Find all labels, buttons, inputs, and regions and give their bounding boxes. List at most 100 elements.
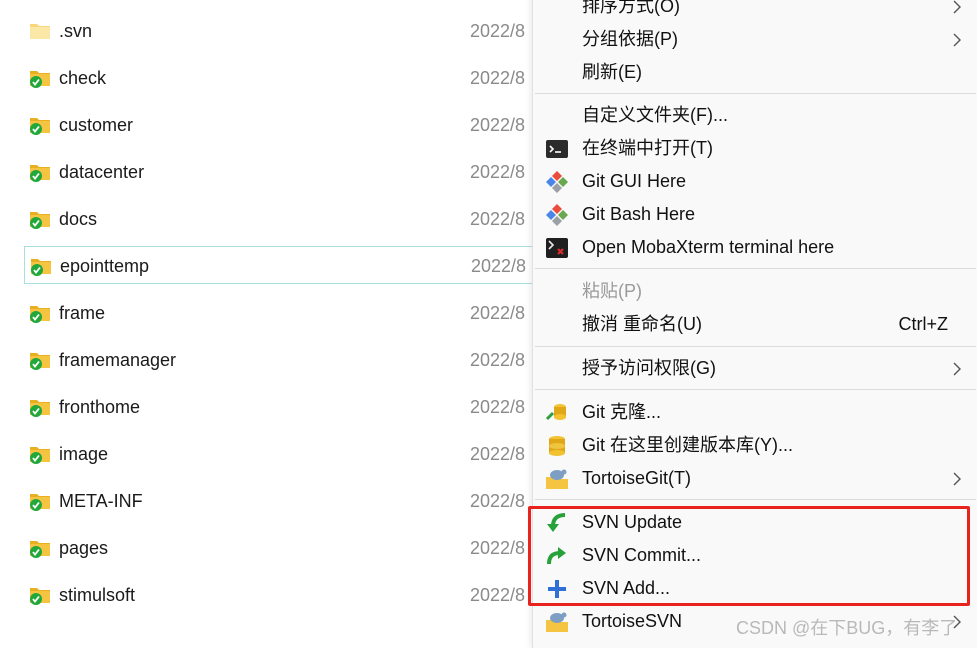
svn-folder-icon [30, 71, 50, 88]
chevron-right-icon [953, 0, 961, 14]
menu-separator [535, 346, 976, 347]
menu-item-label: Git Bash Here [582, 204, 696, 224]
menu-item-git-create-repo[interactable]: Git 在这里创建版本库(Y)... [533, 429, 977, 462]
menu-item-git-gui-here[interactable]: Git GUI Here [533, 165, 977, 198]
file-date: 2022/8 [470, 68, 526, 88]
file-row-customer[interactable]: customer 2022/8 [24, 106, 544, 144]
file-row-meta-inf[interactable]: META-INF 2022/8 [24, 482, 544, 520]
svn-folder-icon [30, 306, 50, 323]
file-name: stimulsoft [59, 585, 136, 605]
file-name: fronthome [59, 397, 141, 417]
file-date: 2022/8 [470, 491, 526, 511]
file-name: docs [59, 209, 98, 229]
file-date: 2022/8 [470, 162, 526, 182]
file-date: 2022/8 [470, 115, 526, 135]
chevron-right-icon [953, 362, 961, 376]
svn-folder-icon [30, 118, 50, 135]
menu-item-paste: 粘贴(P) [533, 275, 977, 308]
folder-icon [30, 24, 50, 39]
menu-item-undo-rename[interactable]: 撤消 重命名(U) Ctrl+Z [533, 308, 977, 341]
file-row-pages[interactable]: pages 2022/8 [24, 529, 544, 567]
file-name: .svn [59, 21, 93, 41]
tortoisesvn-icon [546, 612, 568, 632]
mobaxterm-icon [546, 238, 568, 258]
file-name: frame [59, 303, 106, 323]
menu-item-label: Git 在这里创建版本库(Y)... [582, 435, 793, 455]
svn-folder-icon [30, 212, 50, 229]
svn-folder-icon [30, 588, 50, 605]
menu-item-label: Open MobaXterm terminal here [582, 237, 835, 257]
file-row-docs[interactable]: docs 2022/8 [24, 200, 544, 238]
menu-separator [535, 499, 976, 500]
svn-folder-icon [30, 541, 50, 558]
file-row-fronthome[interactable]: fronthome 2022/8 [24, 388, 544, 426]
file-name: pages [59, 538, 109, 558]
menu-item-label: Git 克隆... [582, 402, 662, 422]
file-name: epointtemp [60, 256, 150, 276]
file-date: 2022/8 [470, 350, 526, 370]
menu-separator [535, 389, 976, 390]
menu-item-label: 自定义文件夹(F)... [582, 105, 728, 125]
menu-item-label: 授予访问权限(G) [582, 358, 716, 378]
menu-item-label: TortoiseSVN [582, 611, 683, 631]
file-row-framemanager[interactable]: framemanager 2022/8 [24, 341, 544, 379]
file-name: customer [59, 115, 134, 135]
git-gui-icon [546, 171, 568, 193]
svn-folder-icon [30, 400, 50, 417]
file-date: 2022/8 [470, 538, 526, 558]
menu-item-label: 分组依据(P) [582, 29, 678, 49]
file-name: datacenter [59, 162, 145, 182]
chevron-right-icon [953, 33, 961, 47]
menu-item-label: Git GUI Here [582, 171, 687, 191]
menu-item-shortcut: Ctrl+Z [898, 314, 949, 334]
svn-highlight-box [528, 506, 970, 606]
menu-item-git-clone[interactable]: Git 克隆... [533, 396, 977, 429]
git-create-repo-icon [549, 436, 565, 456]
menu-item-tortoisegit[interactable]: TortoiseGit(T) [533, 462, 977, 495]
menu-item-label: TortoiseGit(T) [582, 468, 692, 488]
menu-item-grant-access[interactable]: 授予访问权限(G) [533, 352, 977, 385]
file-row-check[interactable]: check 2022/8 [24, 59, 544, 97]
file-row-image[interactable]: image 2022/8 [24, 435, 544, 473]
file-name: framemanager [59, 350, 177, 370]
file-date: 2022/8 [470, 209, 526, 229]
file-row-datacenter[interactable]: datacenter 2022/8 [24, 153, 544, 191]
file-name: check [59, 68, 107, 88]
terminal-icon [546, 140, 568, 158]
svn-folder-icon [30, 494, 50, 511]
file-name: image [59, 444, 109, 464]
chevron-right-icon [953, 472, 961, 486]
menu-item-open-mobaxterm[interactable]: Open MobaXterm terminal here [533, 231, 977, 264]
menu-item-label: 排序方式(O) [582, 0, 680, 16]
svn-folder-icon [30, 165, 50, 182]
menu-item-git-bash-here[interactable]: Git Bash Here [533, 198, 977, 231]
svn-folder-icon [30, 353, 50, 370]
menu-item-open-in-terminal[interactable]: 在终端中打开(T) [533, 132, 977, 165]
menu-item-refresh[interactable]: 刷新(E) [533, 56, 977, 89]
menu-separator [535, 268, 976, 269]
file-date: 2022/8 [470, 303, 526, 323]
git-bash-icon [546, 204, 568, 226]
menu-item-group-by[interactable]: 分组依据(P) [533, 23, 977, 56]
file-date: 2022/8 [470, 444, 526, 464]
menu-item-customize-folder[interactable]: 自定义文件夹(F)... [533, 99, 977, 132]
menu-separator [535, 93, 976, 94]
menu-item-label: 撤消 重命名(U) [582, 314, 702, 334]
file-name: META-INF [59, 491, 143, 511]
menu-item-sort-by[interactable]: 排序方式(O) [533, 0, 977, 23]
menu-item-label: 在终端中打开(T) [582, 138, 713, 158]
file-list: .svn 2022/8 check 2022/8 customer 2022/8 [0, 0, 560, 646]
file-date: 2022/8 [470, 21, 526, 41]
menu-item-label: 刷新(E) [582, 62, 642, 82]
file-row-epointtemp[interactable]: epointtemp 2022/8 [24, 246, 544, 284]
watermark: CSDN @在下BUG，有李了 [736, 618, 958, 638]
git-clone-icon [545, 404, 566, 421]
file-date: 2022/8 [470, 397, 526, 417]
tortoisegit-icon [546, 469, 568, 489]
file-row-frame[interactable]: frame 2022/8 [24, 294, 544, 332]
file-date: 2022/8 [470, 585, 526, 605]
svn-folder-icon [30, 447, 50, 464]
file-row-svn[interactable]: .svn 2022/8 [24, 12, 544, 50]
svn-folder-icon [31, 259, 51, 276]
file-row-stimulsoft[interactable]: stimulsoft 2022/8 [24, 576, 544, 614]
